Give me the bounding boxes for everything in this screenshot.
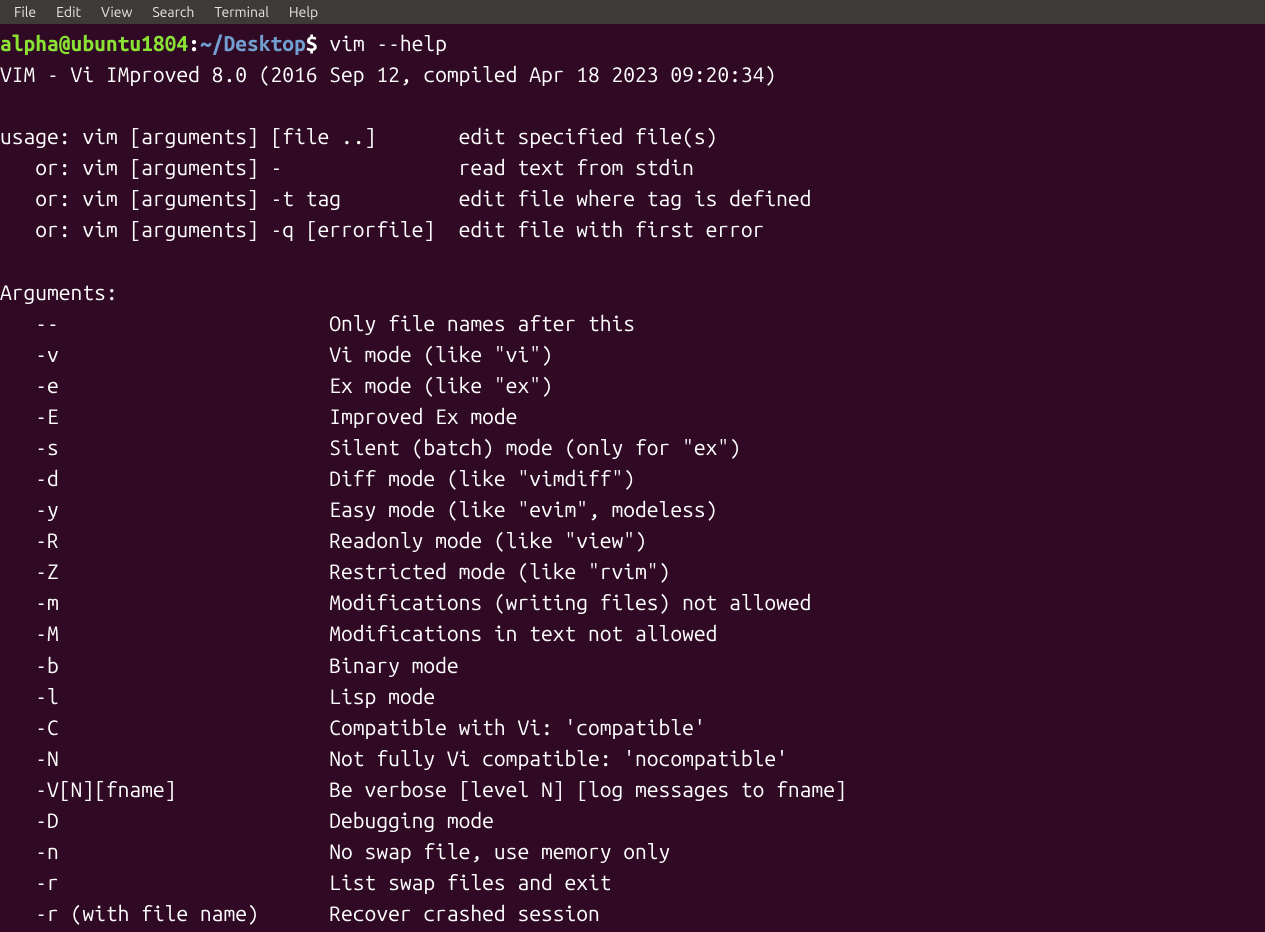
menu-view[interactable]: View (91, 2, 142, 22)
menu-search[interactable]: Search (142, 2, 204, 22)
command-text: vim --help (329, 31, 447, 55)
output-args: -- Only file names after this -v Vi mode… (0, 311, 847, 925)
menu-edit[interactable]: Edit (46, 2, 91, 22)
menu-help[interactable]: Help (279, 2, 328, 22)
prompt: alpha@ubuntu1804:~/Desktop$ (0, 31, 329, 55)
output-args-header: Arguments: (0, 280, 118, 304)
menu-terminal[interactable]: Terminal (204, 2, 279, 22)
prompt-user-host: alpha@ubuntu1804 (0, 31, 188, 55)
prompt-colon: : (188, 31, 200, 55)
menubar: File Edit View Search Terminal Help (0, 0, 1265, 24)
terminal-viewport[interactable]: alpha@ubuntu1804:~/Desktop$ vim --help V… (0, 24, 1265, 929)
prompt-dollar: $ (306, 31, 330, 55)
output-usage: usage: vim [arguments] [file ..] edit sp… (0, 124, 811, 241)
prompt-path: ~/Desktop (200, 31, 306, 55)
menu-file[interactable]: File (4, 2, 46, 22)
output-version: VIM - Vi IMproved 8.0 (2016 Sep 12, comp… (0, 62, 776, 86)
